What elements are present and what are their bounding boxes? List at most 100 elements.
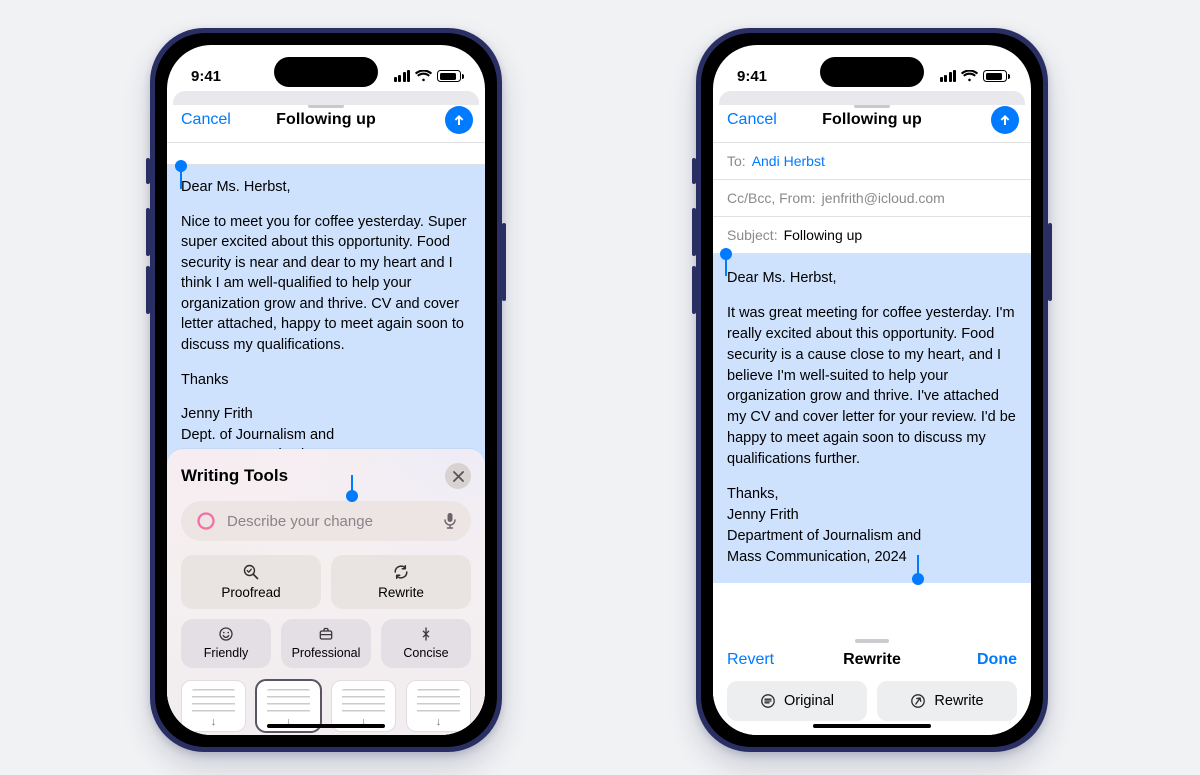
ccbcc-row[interactable]: Cc/Bcc, From: jenfrith@icloud.com bbox=[713, 180, 1031, 217]
revert-button[interactable]: Revert bbox=[727, 651, 785, 669]
body-greeting: Dear Ms. Herbst, bbox=[181, 177, 471, 198]
concise-button[interactable]: Concise bbox=[381, 619, 471, 668]
power-button[interactable] bbox=[1048, 223, 1052, 301]
wifi-icon bbox=[961, 70, 978, 82]
writing-tools-sheet: Writing Tools bbox=[167, 449, 485, 735]
status-icons bbox=[940, 70, 1008, 82]
selection-end-handle[interactable] bbox=[346, 490, 358, 502]
arrow-up-icon bbox=[998, 113, 1012, 127]
body-signature-line2: Dept. of Journalism and bbox=[181, 427, 334, 443]
mute-switch[interactable] bbox=[146, 158, 150, 184]
smile-icon bbox=[218, 626, 234, 642]
friendly-label: Friendly bbox=[204, 646, 248, 660]
friendly-button[interactable]: Friendly bbox=[181, 619, 271, 668]
selection-end-handle[interactable] bbox=[912, 573, 924, 585]
original-lines-icon bbox=[760, 693, 776, 709]
result-grabber[interactable] bbox=[855, 639, 889, 643]
selection-end-stem bbox=[917, 555, 919, 573]
selection-start-stem bbox=[180, 171, 182, 189]
original-label: Original bbox=[784, 693, 834, 709]
body-paragraph: It was great meeting for coffee yesterda… bbox=[727, 303, 1017, 470]
body-thanks: Thanks, bbox=[727, 486, 779, 502]
close-icon bbox=[453, 471, 464, 482]
dynamic-island bbox=[820, 57, 924, 87]
rewrite-again-label: Rewrite bbox=[934, 693, 983, 709]
describe-placeholder: Describe your change bbox=[227, 513, 433, 530]
body-signature-name: Jenny Frith bbox=[727, 507, 799, 523]
microphone-icon[interactable] bbox=[443, 512, 457, 530]
power-button[interactable] bbox=[502, 223, 506, 301]
phone-left: 9:41 Cancel Following up bbox=[150, 28, 502, 752]
compose-title: Following up bbox=[276, 111, 376, 129]
done-button[interactable]: Done bbox=[959, 651, 1017, 669]
bezel: 9:41 Cancel Following up bbox=[155, 33, 497, 747]
body-signature-line2: Department of Journalism and bbox=[727, 528, 921, 544]
volume-down-button[interactable] bbox=[146, 266, 150, 314]
stage: 9:41 Cancel Following up bbox=[0, 0, 1200, 775]
compose-sheet: Cancel Following up Dear Ms. Herbst, Nic… bbox=[167, 97, 485, 735]
rewrite-cycle-icon bbox=[910, 693, 926, 709]
status-icons bbox=[394, 70, 462, 82]
writing-tools-title: Writing Tools bbox=[181, 466, 288, 486]
rewrite-label: Rewrite bbox=[378, 585, 424, 600]
briefcase-icon bbox=[318, 626, 334, 642]
battery-icon bbox=[437, 70, 461, 82]
rewrite-button[interactable]: Rewrite bbox=[331, 555, 471, 609]
email-body-selected[interactable]: Dear Ms. Herbst, Nice to meet you for co… bbox=[167, 165, 485, 480]
cellular-icon bbox=[940, 70, 957, 82]
magnifier-check-icon bbox=[242, 563, 260, 581]
collapsed-header-row[interactable] bbox=[167, 143, 485, 165]
status-time: 9:41 bbox=[191, 68, 221, 85]
professional-label: Professional bbox=[292, 646, 361, 660]
rewrite-again-button[interactable]: Rewrite bbox=[877, 681, 1017, 721]
cancel-button[interactable]: Cancel bbox=[727, 111, 777, 129]
compose-content: To: Andi Herbst Cc/Bcc, From: jenfrith@i… bbox=[713, 143, 1031, 735]
result-title: Rewrite bbox=[785, 651, 959, 669]
cancel-button[interactable]: Cancel bbox=[181, 111, 231, 129]
arrow-up-icon bbox=[452, 113, 466, 127]
body-signature-line3: Mass Communication, 2024 bbox=[727, 549, 907, 565]
from-value: jenfrith@icloud.com bbox=[822, 190, 945, 206]
close-button[interactable] bbox=[445, 463, 471, 489]
home-indicator[interactable] bbox=[267, 724, 385, 729]
ccbcc-label: Cc/Bcc, From: bbox=[727, 190, 816, 206]
bezel: 9:41 Cancel Following up bbox=[701, 33, 1043, 747]
sparkle-ring-icon bbox=[195, 510, 217, 532]
to-value: Andi Herbst bbox=[752, 153, 825, 169]
screen-right: 9:41 Cancel Following up bbox=[713, 45, 1031, 735]
email-body-selected[interactable]: Dear Ms. Herbst, It was great meeting fo… bbox=[713, 254, 1031, 583]
wifi-icon bbox=[415, 70, 432, 82]
subject-row[interactable]: Subject: Following up bbox=[713, 217, 1031, 254]
format-thumb-1[interactable]: ↓ bbox=[181, 680, 246, 732]
send-button[interactable] bbox=[445, 106, 473, 134]
compose-content: Dear Ms. Herbst, Nice to meet you for co… bbox=[167, 143, 485, 735]
home-indicator[interactable] bbox=[813, 724, 931, 729]
rewrite-result-bar: Revert Rewrite Done Original bbox=[713, 627, 1031, 735]
cellular-icon bbox=[394, 70, 411, 82]
volume-up-button[interactable] bbox=[692, 208, 696, 256]
volume-up-button[interactable] bbox=[146, 208, 150, 256]
to-row[interactable]: To: Andi Herbst bbox=[713, 143, 1031, 180]
format-thumb-4[interactable]: ↓ bbox=[406, 680, 471, 732]
dynamic-island bbox=[274, 57, 378, 87]
collapse-icon bbox=[418, 626, 434, 642]
subject-value: Following up bbox=[784, 227, 863, 243]
body-greeting: Dear Ms. Herbst, bbox=[727, 268, 1017, 289]
subject-label: Subject: bbox=[727, 227, 778, 243]
send-button[interactable] bbox=[991, 106, 1019, 134]
body-thanks: Thanks bbox=[181, 370, 471, 391]
describe-change-input[interactable]: Describe your change bbox=[181, 501, 471, 541]
battery-icon bbox=[983, 70, 1007, 82]
rewrite-cycle-icon bbox=[392, 563, 410, 581]
original-button[interactable]: Original bbox=[727, 681, 867, 721]
body-paragraph: Nice to meet you for coffee yesterday. S… bbox=[181, 212, 471, 356]
mute-switch[interactable] bbox=[692, 158, 696, 184]
to-label: To: bbox=[727, 153, 746, 169]
body-signature-name: Jenny Frith bbox=[181, 406, 253, 422]
compose-title: Following up bbox=[822, 111, 922, 129]
volume-down-button[interactable] bbox=[692, 266, 696, 314]
proofread-button[interactable]: Proofread bbox=[181, 555, 321, 609]
compose-sheet: Cancel Following up To: Andi Herbst Cc/B… bbox=[713, 97, 1031, 735]
professional-button[interactable]: Professional bbox=[281, 619, 371, 668]
screen-left: 9:41 Cancel Following up bbox=[167, 45, 485, 735]
